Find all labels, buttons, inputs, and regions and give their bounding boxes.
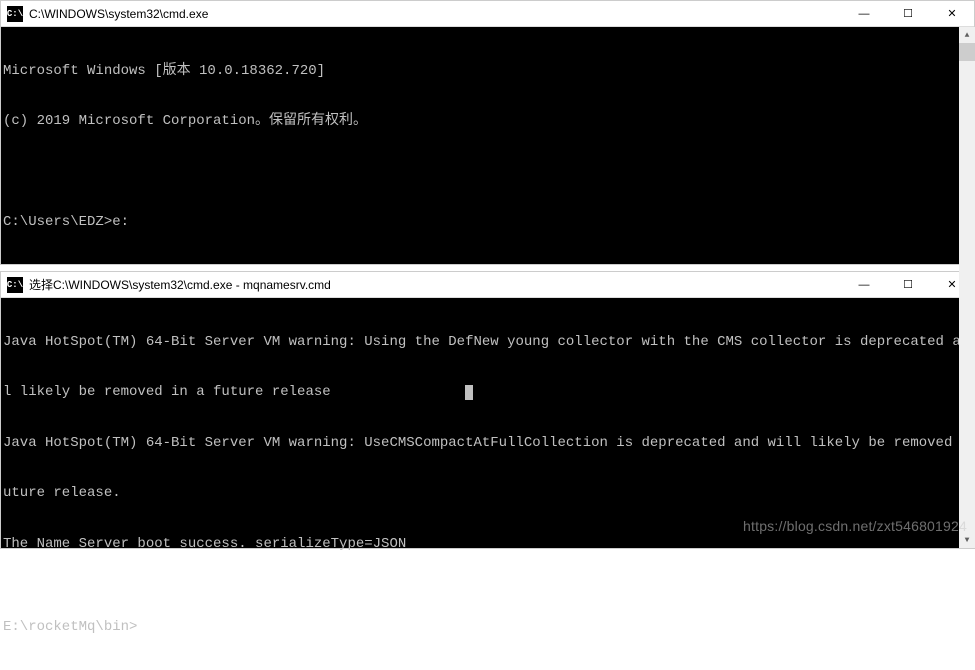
window-title: C:\WINDOWS\system32\cmd.exe	[29, 7, 208, 21]
terminal-line	[3, 164, 974, 181]
maximize-button[interactable]: ☐	[886, 1, 930, 27]
scrollbar-thumb[interactable]	[959, 43, 975, 61]
terminal-line: The Name Server boot success. serializeT…	[3, 536, 974, 553]
terminal-line: (c) 2019 Microsoft Corporation。保留所有权利。	[3, 113, 974, 130]
terminal-line	[3, 265, 974, 282]
cmd-window-1: C:\ C:\WINDOWS\system32\cmd.exe — ☐ ✕ Mi…	[0, 0, 975, 265]
watermark: https://blog.csdn.net/zxt546801924	[743, 518, 967, 534]
terminal-line: Java HotSpot(TM) 64-Bit Server VM warnin…	[3, 334, 974, 351]
terminal-output-2[interactable]: Java HotSpot(TM) 64-Bit Server VM warnin…	[1, 298, 974, 548]
scroll-up-icon[interactable]: ▲	[959, 27, 975, 43]
text-cursor	[465, 385, 473, 400]
minimize-button[interactable]: —	[842, 1, 886, 27]
terminal-line: uture release.	[3, 485, 974, 502]
titlebar[interactable]: C:\ C:\WINDOWS\system32\cmd.exe — ☐ ✕	[1, 1, 974, 27]
scroll-down-icon[interactable]: ▼	[959, 532, 975, 548]
terminal-text: l likely be removed in a future release	[3, 384, 331, 400]
terminal-line: l likely be removed in a future release	[3, 384, 974, 401]
window-controls: — ☐ ✕	[842, 1, 974, 27]
terminal-line: Microsoft Windows [版本 10.0.18362.720]	[3, 63, 974, 80]
cmd-window-2: C:\ 选择C:\WINDOWS\system32\cmd.exe - mqna…	[0, 271, 975, 549]
terminal-line	[3, 569, 974, 586]
close-button[interactable]: ✕	[930, 1, 974, 27]
titlebar-left: C:\ C:\WINDOWS\system32\cmd.exe	[7, 6, 208, 22]
terminal-prompt[interactable]: E:\rocketMq\bin>	[3, 619, 974, 636]
terminal-output-1[interactable]: Microsoft Windows [版本 10.0.18362.720] (c…	[1, 27, 974, 264]
terminal-line: C:\Users\EDZ>e:	[3, 214, 974, 231]
cmd-icon: C:\	[7, 6, 23, 22]
scrollbar[interactable]: ▲ ▼	[959, 27, 975, 548]
terminal-line: Java HotSpot(TM) 64-Bit Server VM warnin…	[3, 435, 974, 452]
